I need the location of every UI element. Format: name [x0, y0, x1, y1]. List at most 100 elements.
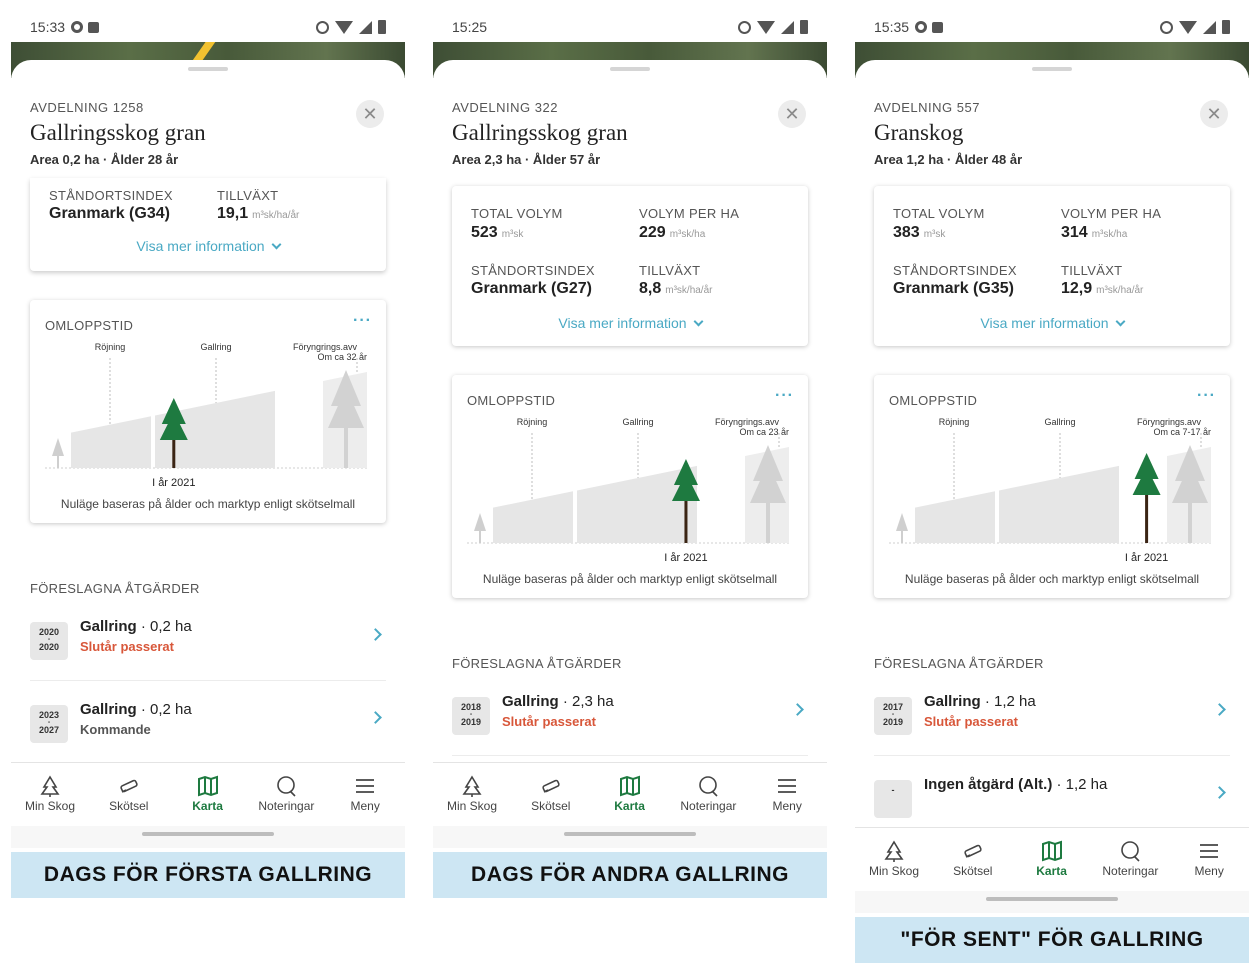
more-options-button[interactable]: ···	[775, 387, 794, 405]
year-range-badge: 2017-2019	[874, 697, 912, 735]
action-row[interactable]: - Ingen åtgärd (Alt.) · 1,2 ha	[874, 774, 1230, 834]
note-icon	[699, 776, 718, 797]
total-volume-value: 383	[893, 224, 920, 241]
current-tree-icon	[1132, 453, 1161, 543]
rotation-timeline-chart: Röjning Gallring Föryngrings.avvOm ca 7-17…	[889, 417, 1211, 564]
home-indicator[interactable]	[855, 891, 1249, 913]
nav-item-meny[interactable]: Meny	[748, 763, 826, 813]
rotation-card: OMLOPPSTID ··· Nuläge baseras på ålder och…	[874, 375, 1230, 598]
chevron-down-icon	[271, 239, 282, 250]
status-bar: 15:25	[433, 10, 827, 44]
nav-item-karta[interactable]: Karta	[591, 763, 669, 813]
action-row[interactable]: 2020-2020 Gallring · 0,2 ha Slutår passera…	[30, 616, 386, 676]
note-icon	[1121, 841, 1140, 862]
show-more-button[interactable]: Visa mer information	[452, 315, 808, 331]
action-row[interactable]: 2018-2019 Gallring · 2,3 ha Slutår passera…	[452, 691, 808, 751]
action-row[interactable]: 2023-2027 Gallring · 0,2 ha Kommande	[30, 699, 386, 759]
stand-info-card: TOTAL VOLYM 383 m³sk VOLYM PER HA 314 m³sk…	[874, 186, 1230, 346]
bottom-navigation: Min Skog Skötsel Karta Noteringar Meny	[11, 762, 405, 826]
time-remaining-label: Om ca 23 år	[739, 427, 789, 437]
standortsindex-label: STÅNDORTSINDEX	[49, 188, 173, 203]
chevron-right-icon	[1213, 703, 1226, 716]
volume-per-ha-row: 229 m³sk/ha	[639, 224, 705, 242]
nav-label: Skötsel	[531, 799, 571, 813]
signal-icon	[1203, 20, 1216, 34]
signal-icon	[781, 20, 794, 34]
nav-item-karta[interactable]: Karta	[1013, 828, 1091, 878]
nav-item-sktsel[interactable]: Skötsel	[512, 763, 590, 813]
nav-item-meny[interactable]: Meny	[1170, 828, 1248, 878]
show-more-button[interactable]: Visa mer information	[30, 238, 386, 254]
sheet-drag-handle[interactable]	[188, 67, 228, 71]
tillvaxt-value-row: 19,1 m³sk/ha/år	[217, 205, 299, 223]
nav-item-sktsel[interactable]: Skötsel	[934, 828, 1012, 878]
close-button[interactable]: ✕	[778, 100, 806, 128]
do-not-disturb-icon	[915, 21, 928, 33]
tillvaxt-label: TILLVÄXT	[639, 263, 701, 278]
phase-label-foryngring: Föryngrings.avv	[293, 342, 358, 352]
action-row[interactable]: 2017-2019 Gallring · 1,2 ha Slutår passera…	[874, 691, 1230, 751]
action-area: · 0,2 ha	[136, 618, 192, 635]
nav-item-sktsel[interactable]: Skötsel	[90, 763, 168, 813]
status-bar: 15:33	[11, 10, 405, 44]
nav-item-minskog[interactable]: Min Skog	[855, 828, 933, 878]
saw-icon	[964, 844, 982, 858]
nav-label: Min Skog	[868, 864, 920, 878]
more-options-button[interactable]: ···	[353, 312, 372, 330]
phase-label-gallring: Gallring	[622, 417, 653, 427]
close-button[interactable]: ✕	[356, 100, 384, 128]
total-volume-label: TOTAL VOLYM	[893, 206, 985, 221]
current-year-label: I år 2021	[664, 552, 707, 564]
volume-per-ha-value: 314	[1061, 224, 1088, 241]
row-divider	[30, 680, 386, 681]
nav-item-meny[interactable]: Meny	[326, 763, 404, 813]
sheet-drag-handle[interactable]	[610, 67, 650, 71]
rotation-note: Nuläge baseras på ålder och marktyp enli…	[904, 572, 1200, 586]
nav-label: Noteringar	[1102, 864, 1159, 878]
phase-label-foryngring: Föryngrings.avv	[1137, 417, 1202, 427]
avdelning-label: AVDELNING 322	[452, 100, 558, 115]
close-button[interactable]: ✕	[1200, 100, 1228, 128]
nav-item-noteringar[interactable]: Noteringar	[247, 763, 325, 813]
rotation-title: OMLOPPSTID	[889, 393, 978, 408]
home-indicator[interactable]	[11, 826, 405, 848]
nav-item-noteringar[interactable]: Noteringar	[669, 763, 747, 813]
row-divider	[874, 755, 1230, 756]
sheet-drag-handle[interactable]	[1032, 67, 1072, 71]
phase-label-foryngring: Föryngrings.avv	[715, 417, 780, 427]
close-icon: ✕	[784, 104, 800, 124]
seedling-icon	[474, 513, 486, 543]
nav-item-karta[interactable]: Karta	[169, 763, 247, 813]
image-notification-icon	[88, 21, 100, 33]
tillvaxt-value: 8,8	[639, 280, 662, 297]
map-icon	[197, 775, 218, 797]
action-title: Gallring · 2,3 ha	[502, 693, 614, 710]
caption-banner: "FÖR SENT" FÖR GALLRING	[855, 917, 1249, 963]
bottom-sheet: AVDELNING 557 Granskog Area 1,2 ha · Åld…	[855, 60, 1249, 830]
phase-label-rojning: Röjning	[517, 417, 548, 427]
tillvaxt-value-row: 12,9 m³sk/ha/år	[1061, 280, 1143, 298]
total-volume-row: 523 m³sk	[471, 224, 523, 242]
status-time: 15:25	[452, 19, 488, 35]
total-volume-row: 383 m³sk	[893, 224, 945, 242]
phase-label-gallring: Gallring	[200, 342, 231, 352]
start-year: -	[891, 785, 895, 795]
nav-item-minskog[interactable]: Min Skog	[11, 763, 89, 813]
current-year-label: I år 2021	[152, 477, 195, 489]
time-remaining-label: Om ca 7-17 år	[1153, 427, 1211, 437]
rotation-title: OMLOPPSTID	[467, 393, 556, 408]
alarm-icon	[1160, 20, 1173, 34]
chevron-down-icon	[1115, 316, 1126, 327]
more-options-button[interactable]: ···	[1197, 387, 1216, 405]
action-area: · 1,2 ha	[980, 693, 1036, 710]
home-indicator[interactable]	[433, 826, 827, 848]
show-more-button[interactable]: Visa mer information	[874, 315, 1230, 331]
phase-label-rojning: Röjning	[939, 417, 970, 427]
nav-item-minskog[interactable]: Min Skog	[433, 763, 511, 813]
tillvaxt-value: 19,1	[217, 205, 249, 222]
battery-icon	[378, 20, 386, 34]
stand-title: Gallringsskog gran	[30, 120, 206, 145]
nav-item-noteringar[interactable]: Noteringar	[1091, 828, 1169, 878]
section-title: FÖRESLAGNA ÅTGÄRDER	[874, 656, 1044, 671]
current-year-label: I år 2021	[1125, 552, 1168, 564]
